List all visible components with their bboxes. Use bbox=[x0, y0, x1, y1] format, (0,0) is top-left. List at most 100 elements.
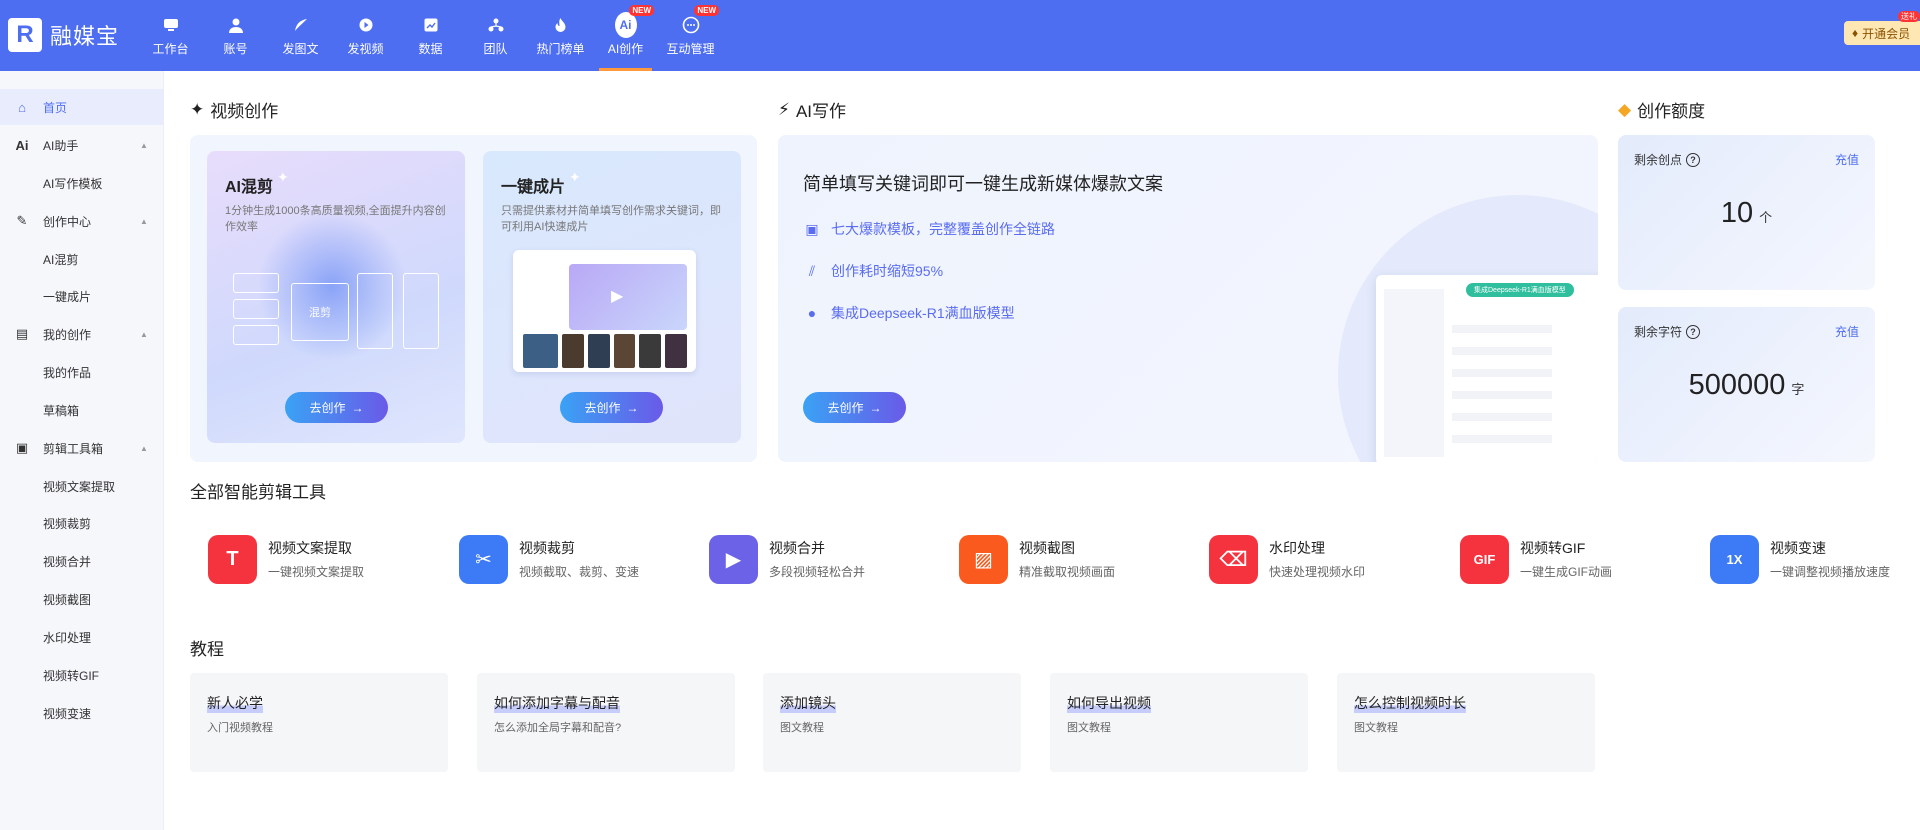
ai-assistant-icon: Ai bbox=[15, 137, 29, 153]
nav-item-hot-rankings[interactable]: 热门榜单 bbox=[528, 0, 593, 71]
speed-icon: ⫽ bbox=[808, 262, 816, 279]
nav-item-team[interactable]: 团队 bbox=[463, 0, 528, 71]
tool-video-speed[interactable]: 1X 视频变速 一键调整视频播放速度 bbox=[1710, 533, 1890, 585]
template-icon: ▣ bbox=[805, 220, 819, 237]
tool-video-crop[interactable]: ✂ 视频裁剪 视频截取、裁剪、变速 bbox=[459, 533, 639, 585]
feature-text: 创作耗时缩短95% bbox=[831, 263, 944, 279]
clip-thumbnail bbox=[233, 273, 279, 293]
sidebar-item-label: 我的创作 bbox=[43, 327, 92, 342]
section-title: AI写作 bbox=[795, 102, 846, 121]
screenshot-icon: ▨ bbox=[959, 534, 1008, 584]
nav-item-data[interactable]: 数据 bbox=[398, 0, 463, 71]
tool-watermark[interactable]: ⌫ 水印处理 快速处理视频水印 bbox=[1209, 533, 1365, 585]
arrow-right-icon: → bbox=[626, 400, 639, 415]
recharge-link[interactable]: 充值 bbox=[1835, 151, 1859, 168]
nav-item-ai-creation[interactable]: Ai AI创作 NEW bbox=[593, 0, 658, 71]
help-icon[interactable]: ? bbox=[1686, 324, 1701, 339]
sidebar-item-ai-remix[interactable]: AI混剪 bbox=[0, 241, 164, 277]
nav-label: 发图文 bbox=[282, 42, 319, 56]
preview-video-frame bbox=[569, 264, 687, 330]
nav-item-publish-video[interactable]: 发视频 bbox=[333, 0, 398, 71]
sidebar-group-my-creations[interactable]: ▤ 我的创作 ▲ bbox=[0, 316, 164, 352]
logo-text: 融媒宝 bbox=[50, 24, 120, 49]
open-vip-button[interactable]: ♦ 开通会员 bbox=[1844, 21, 1920, 45]
go-create-button[interactable]: 去创作 → bbox=[285, 392, 388, 423]
gif-icon: GIF bbox=[1460, 534, 1509, 584]
new-badge: NEW bbox=[694, 5, 719, 16]
sidebar-item-watermark[interactable]: 水印处理 bbox=[0, 619, 164, 655]
eraser-icon: ⌫ bbox=[1209, 534, 1258, 584]
quota-value-row: 500000 字 bbox=[1618, 369, 1875, 402]
sidebar-item-video-crop[interactable]: 视频裁剪 bbox=[0, 505, 164, 541]
tutorial-card[interactable]: 添加镜头 图文教程 bbox=[763, 673, 1021, 772]
tool-video-merge[interactable]: ▶ 视频合并 多段视频轻松合并 bbox=[709, 533, 865, 585]
sidebar-item-video-speed[interactable]: 视频变速 bbox=[0, 695, 164, 731]
magic-wand-icon: ⚡ bbox=[778, 99, 790, 119]
quota-label: 剩余字符 bbox=[1634, 325, 1683, 339]
section-title: 创作额度 bbox=[1637, 102, 1706, 121]
help-icon[interactable]: ? bbox=[1686, 152, 1701, 167]
app-preview-mock: 集成Deepseek-R1满血版模型 bbox=[1376, 275, 1598, 462]
tool-video-to-gif[interactable]: GIF 视频转GIF 一键生成GIF动画 bbox=[1460, 533, 1612, 585]
nav-item-publish-article[interactable]: 发图文 bbox=[268, 0, 333, 71]
tutorial-card[interactable]: 新人必学 入门视频教程 bbox=[190, 673, 448, 772]
merge-icon: ▶ bbox=[709, 534, 758, 584]
sidebar-item-drafts[interactable]: 草稿箱 bbox=[0, 392, 164, 428]
sidebar-group-editing-toolbox[interactable]: ▣ 剪辑工具箱 ▲ bbox=[0, 430, 164, 466]
chevron-up-icon: ▲ bbox=[140, 140, 148, 150]
nav-item-interaction-management[interactable]: 互动管理 NEW bbox=[658, 0, 723, 71]
tool-name: 视频转GIF bbox=[1520, 540, 1586, 556]
one-click-video-card[interactable]: 一键成片 ✦ 只需提供素材并简单填写创作需求关键词，即可利用AI快速成片 ▶ 去… bbox=[483, 151, 741, 443]
top-navigation-bar: R 融媒宝 工作台 账号 发图文 发视频 数据 团队 热门榜单 Ai AI创作 … bbox=[0, 0, 1920, 71]
sidebar-group-ai-assistant[interactable]: Ai AI助手 ▲ bbox=[0, 127, 164, 163]
tutorial-card[interactable]: 如何添加字幕与配音 怎么添加全局字幕和配音? bbox=[477, 673, 735, 772]
ai-remix-card[interactable]: AI混剪 ✦ 1分钟生成1000条高质量视频,全面提升内容创作效率 混剪 去创作… bbox=[207, 151, 465, 443]
sidebar-item-video-text-extract[interactable]: 视频文案提取 bbox=[0, 468, 164, 504]
nav-label: 发视频 bbox=[347, 42, 384, 56]
recharge-link[interactable]: 充值 bbox=[1835, 323, 1859, 340]
section-title: 视频创作 bbox=[210, 102, 279, 121]
ai-writing-go-create-button[interactable]: 去创作 → bbox=[803, 392, 906, 423]
feature-text: 集成Deepseek-R1满血版模型 bbox=[831, 305, 1015, 321]
go-create-button[interactable]: 去创作 → bbox=[560, 392, 663, 423]
clip-thumbnail bbox=[233, 299, 279, 319]
nav-label: 团队 bbox=[483, 42, 508, 56]
nav-item-workbench[interactable]: 工作台 bbox=[138, 0, 203, 71]
nav-label: 账号 bbox=[223, 42, 248, 56]
text-extract-icon: T bbox=[208, 534, 257, 584]
sidebar-item-label: AI助手 bbox=[43, 138, 79, 153]
quota-heading: ◆ 创作额度 bbox=[1618, 97, 1705, 122]
sidebar-group-creation-center[interactable]: ✎ 创作中心 ▲ bbox=[0, 203, 164, 239]
sidebar-item-video-merge[interactable]: 视频合并 bbox=[0, 543, 164, 579]
tool-name: 视频变速 bbox=[1770, 540, 1826, 556]
tool-description: 多段视频轻松合并 bbox=[769, 565, 866, 579]
sidebar-item-ai-writing-template[interactable]: AI写作模板 bbox=[0, 165, 164, 201]
sidebar-item-one-click-video[interactable]: 一键成片 bbox=[0, 278, 164, 314]
sidebar-item-my-works[interactable]: 我的作品 bbox=[0, 354, 164, 390]
sidebar-item-video-to-gif[interactable]: 视频转GIF bbox=[0, 657, 164, 693]
tool-description: 精准截取视频画面 bbox=[1019, 565, 1116, 579]
book-icon: ▤ bbox=[15, 326, 29, 341]
home-icon: ⌂ bbox=[18, 99, 26, 115]
nav-label: 数据 bbox=[418, 42, 443, 56]
user-icon bbox=[225, 14, 247, 36]
play-icon: ▶ bbox=[611, 288, 624, 305]
clip-thumbnail bbox=[233, 325, 279, 345]
logo[interactable]: R 融媒宝 bbox=[8, 15, 119, 55]
monitor-icon bbox=[160, 14, 182, 36]
toolbox-icon: ▣ bbox=[15, 440, 29, 455]
sidebar-item-label: 视频转GIF bbox=[43, 668, 99, 683]
sidebar-item-label: 首页 bbox=[43, 100, 68, 115]
tool-video-text-extract[interactable]: T 视频文案提取 一键视频文案提取 bbox=[208, 533, 364, 585]
nav-item-account[interactable]: 账号 bbox=[203, 0, 268, 71]
scissors-icon: ✂ bbox=[459, 534, 508, 584]
tools-heading: 全部智能剪辑工具 bbox=[190, 478, 326, 503]
sidebar-item-home[interactable]: ⌂ 首页 bbox=[0, 89, 164, 125]
tool-description: 一键生成GIF动画 bbox=[1520, 565, 1612, 579]
tutorial-card[interactable]: 如何导出视频 图文教程 bbox=[1050, 673, 1308, 772]
card-title: AI混剪 bbox=[225, 179, 274, 196]
sidebar-item-video-screenshot[interactable]: 视频截图 bbox=[0, 581, 164, 617]
tutorial-card[interactable]: 怎么控制视频时长 图文教程 bbox=[1337, 673, 1595, 772]
tool-video-screenshot[interactable]: ▨ 视频截图 精准截取视频画面 bbox=[959, 533, 1115, 585]
main-nav: 工作台 账号 发图文 发视频 数据 团队 热门榜单 Ai AI创作 NEW 互动… bbox=[138, 0, 723, 71]
